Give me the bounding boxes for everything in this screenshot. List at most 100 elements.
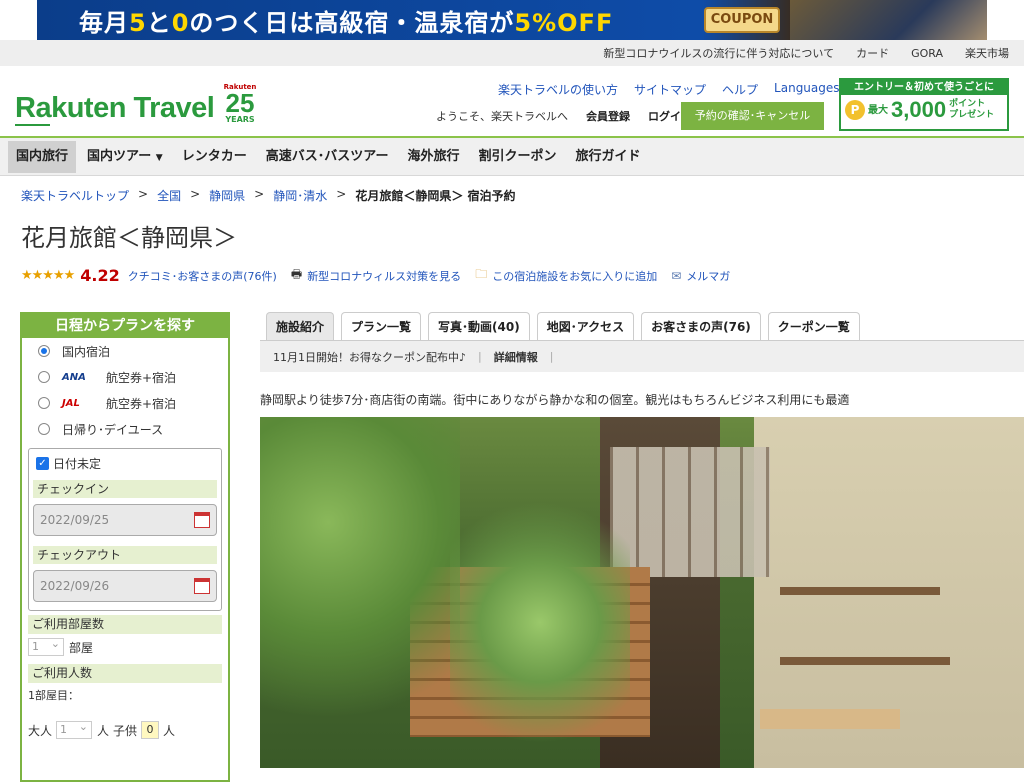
- radio-domestic-label: 国内宿泊: [62, 344, 111, 359]
- page-title: 花月旅館＜静岡県＞: [21, 224, 237, 252]
- tab-reviews[interactable]: お客さまの声(76): [641, 312, 761, 340]
- caret-down-icon: ▼: [155, 152, 163, 163]
- coupon-notice-link[interactable]: 11月1日開始！お得なクーポン配布中♪: [273, 349, 466, 365]
- points-promo-banner[interactable]: エントリー＆初めて使うごとに P 最大 3,000 ポイント プレゼント: [839, 78, 1009, 131]
- header-link-howto[interactable]: 楽天トラベルの使い方: [498, 81, 618, 98]
- adult-label: 大人: [28, 723, 53, 738]
- banner-photo: [790, 0, 987, 40]
- newsletter-link[interactable]: メルマガ: [686, 268, 730, 284]
- gnav-rentacar[interactable]: レンタカー: [174, 141, 255, 173]
- anniversary-logo: Rakuten 25 YEARS: [222, 83, 258, 129]
- reservation-check-button[interactable]: 予約の確認･キャンセル: [681, 102, 824, 130]
- add-favorite-link[interactable]: この宿泊施設をお気に入りに追加: [492, 268, 657, 284]
- date-box: ✓ 日付未定 チェックイン 2022/09/25 チェックアウト 2022/09…: [28, 448, 222, 611]
- rooms-unit: 部屋: [69, 640, 94, 655]
- radio-jal[interactable]: JAL 航空券+宿泊: [22, 390, 228, 416]
- util-link-card[interactable]: カード: [856, 45, 889, 61]
- child-count-field[interactable]: 0: [141, 721, 160, 739]
- tab-sep: |: [478, 350, 482, 363]
- point-coin-icon: P: [845, 100, 865, 120]
- ana-logo: ANA: [62, 371, 86, 383]
- banner-text: 毎月5と0のつく日は高級宿・温泉宿が5%OFF: [79, 8, 614, 37]
- site-logo[interactable]: Rakuten Travel: [15, 92, 215, 125]
- photo-leaves: [260, 417, 460, 768]
- adult-unit: 人: [97, 723, 110, 738]
- breadcrumb-current: 花月旅館＜静岡県＞ 宿泊予約: [355, 189, 516, 203]
- reviews-link[interactable]: クチコミ･お客さまの声(76件): [128, 268, 277, 284]
- promo-points-line2: プレゼント: [949, 110, 995, 120]
- header-link-sitemap[interactable]: サイトマップ: [634, 81, 706, 98]
- guests-row: 大人 1 人 子供 0 人: [22, 717, 228, 743]
- rating-score: 4.22: [80, 266, 120, 285]
- checkout-field[interactable]: 2022/09/26: [33, 570, 217, 602]
- radio-dayuse-label: 日帰り･デイユース: [62, 422, 164, 437]
- checkout-label: チェックアウト: [33, 546, 217, 564]
- breadcrumb-sep: >: [336, 187, 347, 201]
- printer-icon: 🖶: [290, 267, 303, 281]
- util-link-ichiba[interactable]: 楽天市場: [965, 45, 1009, 61]
- languages-label: Languages: [774, 81, 840, 95]
- hotel-photo[interactable]: [260, 417, 1024, 768]
- rooms-label: ご利用部屋数: [28, 615, 222, 634]
- photo-shelf: [780, 587, 940, 595]
- breadcrumb: 楽天トラベルトップ > 全国 > 静岡県 > 静岡･清水 > 花月旅館＜静岡県＞…: [21, 187, 516, 204]
- checkin-field[interactable]: 2022/09/25: [33, 504, 217, 536]
- child-label: 子供: [113, 723, 138, 738]
- gnav-guide[interactable]: 旅行ガイド: [567, 141, 648, 173]
- rooms-row: 1 部屋: [22, 634, 228, 660]
- promo-max-label: 最大: [868, 104, 888, 116]
- header-link-help[interactable]: ヘルプ: [722, 81, 758, 98]
- site-header: Rakuten Travel Rakuten 25 YEARS 楽天トラベルの使…: [0, 66, 1024, 138]
- covid-measures-link[interactable]: 新型コロナウィルス対策を見る: [307, 268, 461, 284]
- radio-button[interactable]: [38, 371, 50, 383]
- radio-domestic[interactable]: 国内宿泊: [22, 338, 228, 364]
- rooms-select[interactable]: 1: [28, 636, 64, 656]
- breadcrumb-shizuoka[interactable]: 静岡県: [209, 187, 245, 204]
- radio-dayuse[interactable]: 日帰り･デイユース: [22, 416, 228, 442]
- folder-icon: 🗀: [475, 267, 488, 281]
- photo-leaves: [450, 477, 630, 768]
- radio-ana[interactable]: ANA 航空券+宿泊: [22, 364, 228, 390]
- check-icon[interactable]: ✓: [36, 457, 49, 470]
- gnav-overseas[interactable]: 海外旅行: [399, 141, 467, 173]
- date-undecided-checkbox[interactable]: ✓ 日付未定: [36, 455, 217, 472]
- tab-coupons[interactable]: クーポン一覧: [767, 312, 860, 340]
- util-link-gora[interactable]: GORA: [911, 47, 943, 60]
- hotel-description: 静岡駅より徒歩7分･商店街の南端。街中にありながら静かな和の個室。観光はもちろん…: [260, 393, 850, 407]
- breadcrumb-sep: >: [254, 187, 265, 201]
- util-link-covid[interactable]: 新型コロナウイルスの流行に伴う対応について: [603, 45, 834, 61]
- radio-button[interactable]: [38, 397, 50, 409]
- gnav-domestic[interactable]: 国内旅行: [8, 140, 77, 173]
- photo-shelf: [780, 657, 950, 665]
- child-unit: 人: [163, 723, 176, 738]
- tab-facility[interactable]: 施設紹介: [266, 312, 335, 340]
- adult-select[interactable]: 1: [56, 719, 93, 739]
- register-link[interactable]: 会員登録: [586, 108, 630, 124]
- tab-sep: |: [549, 350, 554, 363]
- detail-info-link[interactable]: 詳細情報: [494, 349, 538, 365]
- photo-bench: [760, 709, 900, 729]
- tab-photos[interactable]: 写真･動画(40): [428, 312, 530, 340]
- promo-points-line1: ポイント: [949, 99, 986, 109]
- gnav-domestic-tour[interactable]: 国内ツアー ▼: [79, 141, 171, 173]
- tab-plans[interactable]: プラン一覧: [341, 312, 422, 340]
- breadcrumb-national[interactable]: 全国: [157, 187, 181, 204]
- promo-banner-area: 毎月5と0のつく日は高級宿・温泉宿が5%OFF COUPON ›: [0, 0, 1024, 40]
- promo-banner[interactable]: 毎月5と0のつく日は高級宿・温泉宿が5%OFF COUPON ›: [37, 0, 987, 40]
- radio-ana-label: 航空券+宿泊: [106, 370, 177, 385]
- gnav-coupon[interactable]: 割引クーポン: [470, 141, 564, 173]
- breadcrumb-shimizu[interactable]: 静岡･清水: [273, 187, 327, 204]
- global-nav: 国内旅行 国内ツアー ▼ レンタカー 高速バス･バスツアー 海外旅行 割引クーポ…: [0, 138, 1024, 176]
- calendar-icon[interactable]: [194, 578, 210, 594]
- radio-button[interactable]: [38, 345, 50, 357]
- radio-button[interactable]: [38, 423, 50, 435]
- header-links: 楽天トラベルの使い方 サイトマップ ヘルプ Languages ▼: [498, 81, 850, 98]
- checkin-label: チェックイン: [33, 480, 217, 498]
- rating-stars-icon: ★★★★★: [21, 268, 75, 283]
- calendar-icon[interactable]: [194, 512, 210, 528]
- welcome-row: ようこそ、楽天トラベルへ 会員登録 ログイン: [436, 108, 692, 124]
- promo-amount: 3,000: [891, 97, 947, 122]
- tab-map[interactable]: 地図･アクセス: [536, 312, 635, 340]
- gnav-bus[interactable]: 高速バス･バスツアー: [258, 141, 397, 173]
- breadcrumb-top[interactable]: 楽天トラベルトップ: [21, 187, 129, 204]
